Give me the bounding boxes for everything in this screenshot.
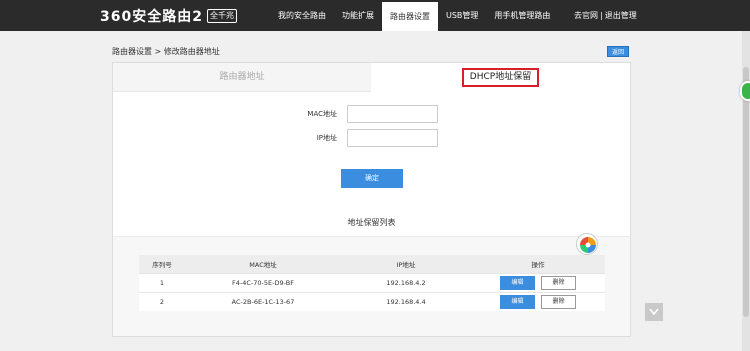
logo-badge: 全千兆 (206, 9, 237, 23)
floating-side-widget[interactable] (740, 81, 750, 101)
nav-separator: | (600, 11, 603, 20)
row-actions: 编辑 删除 (471, 291, 605, 311)
row-mac: F4-4C-70-5E-D9-BF (185, 272, 341, 292)
tab-dhcp-reservation-label: DHCP地址保留 (461, 68, 540, 87)
back-button[interactable]: 返回 (607, 46, 629, 57)
table-row: 2 AC-2B-6E-1C-13-67 192.168.4.4 编辑 删除 (139, 291, 605, 311)
ip-label: IP地址 (316, 134, 337, 142)
row-actions: 编辑 删除 (471, 272, 605, 292)
header-ip: IP地址 (341, 255, 471, 273)
row-index: 2 (139, 291, 185, 311)
confirm-button[interactable]: 确定 (341, 169, 403, 188)
row-index: 1 (139, 272, 185, 292)
nav-mobile-manage[interactable]: 用手机管理路由 (486, 0, 558, 31)
row-ip: 192.168.4.4 (341, 291, 471, 311)
tab-dhcp-reservation[interactable]: DHCP地址保留 (371, 63, 630, 92)
ip-row: IP地址 (113, 129, 630, 147)
table-row: 1 F4-4C-70-5E-D9-BF 192.168.4.2 编辑 删除 (139, 272, 605, 292)
scrollbar-thumb[interactable] (743, 67, 749, 317)
delete-button[interactable]: 删除 (541, 275, 576, 290)
nav-extensions[interactable]: 功能扩展 (334, 0, 382, 31)
breadcrumb: 路由器设置 > 修改路由器地址 (112, 47, 220, 56)
brand-logo[interactable]: 360安全路由2 全千兆 (100, 6, 237, 26)
edit-button[interactable]: 编辑 (500, 294, 535, 309)
mac-label: MAC地址 (307, 110, 337, 118)
tab-bar: 路由器地址 DHCP地址保留 (113, 63, 630, 92)
nav-my-router[interactable]: 我的安全路由 (270, 0, 334, 31)
reservation-table: 序列号 MAC地址 IP地址 操作 1 F4-4C-70-5E-D9-BF 19… (139, 255, 605, 311)
logo-text: 360安全路由2 (100, 9, 203, 25)
reservation-list-title: 地址保留列表 (347, 218, 396, 227)
nav-usb-manage[interactable]: USB管理 (438, 0, 486, 31)
top-navigation-bar: 360安全路由2 全千兆 我的安全路由 功能扩展 路由器设置 USB管理 用手机… (0, 0, 750, 31)
edit-button[interactable]: 编辑 (500, 275, 535, 290)
header-mac: MAC地址 (185, 255, 341, 273)
page-scrollbar[interactable] (742, 31, 750, 351)
pinwheel-icon (576, 233, 598, 255)
official-site-link[interactable]: 去官网 (574, 0, 598, 31)
chevron-down-icon (649, 308, 659, 316)
scroll-down-button[interactable] (645, 303, 663, 321)
nav-router-settings[interactable]: 路由器设置 (382, 2, 438, 31)
row-ip: 192.168.4.2 (341, 272, 471, 292)
row-mac: AC-2B-6E-1C-13-67 (185, 291, 341, 311)
mac-input[interactable] (347, 105, 438, 123)
nav-right-links: 去官网 | 退出管理 (574, 0, 637, 31)
header-index: 序列号 (139, 255, 185, 273)
logout-link[interactable]: 退出管理 (605, 0, 637, 31)
header-actions: 操作 (471, 255, 605, 273)
mac-row: MAC地址 (113, 105, 630, 123)
delete-button[interactable]: 删除 (541, 294, 576, 309)
main-nav: 我的安全路由 功能扩展 路由器设置 USB管理 用手机管理路由 (270, 0, 558, 31)
ip-input[interactable] (347, 129, 438, 147)
tab-router-address[interactable]: 路由器地址 (113, 63, 371, 92)
table-header-row: 序列号 MAC地址 IP地址 操作 (139, 255, 605, 273)
